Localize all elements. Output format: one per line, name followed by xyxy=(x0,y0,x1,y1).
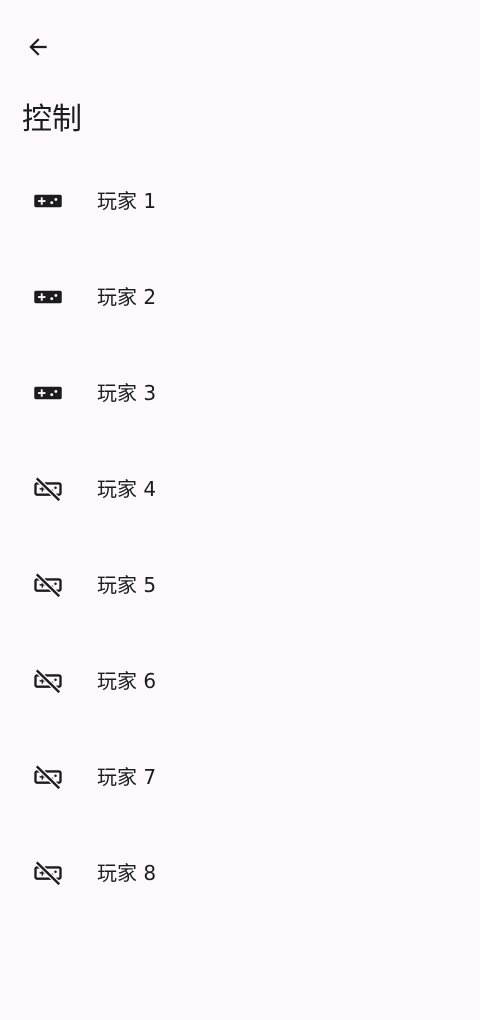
player-item-1[interactable]: 玩家 1 xyxy=(0,153,480,249)
player-label: 玩家 4 xyxy=(97,477,157,501)
player-label: 玩家 1 xyxy=(97,189,157,213)
gamepad-off-icon xyxy=(32,473,64,505)
player-item-6[interactable]: 玩家 6 xyxy=(0,633,480,729)
player-item-8[interactable]: 玩家 8 xyxy=(0,825,480,921)
arrow-back-icon xyxy=(29,38,47,56)
player-label: 玩家 2 xyxy=(97,285,157,309)
gamepad-icon xyxy=(32,281,64,313)
gamepad-off-icon xyxy=(32,569,64,601)
gamepad-icon xyxy=(32,377,64,409)
player-item-2[interactable]: 玩家 2 xyxy=(0,249,480,345)
player-label: 玩家 6 xyxy=(97,669,157,693)
player-label: 玩家 3 xyxy=(97,381,157,405)
player-label: 玩家 7 xyxy=(97,765,157,789)
player-label: 玩家 8 xyxy=(97,861,157,885)
gamepad-icon xyxy=(32,185,64,217)
player-item-4[interactable]: 玩家 4 xyxy=(0,441,480,537)
gamepad-off-icon xyxy=(32,665,64,697)
page-title: 控制 xyxy=(22,102,82,137)
gamepad-off-icon xyxy=(32,857,64,889)
gamepad-off-icon xyxy=(32,761,64,793)
player-item-7[interactable]: 玩家 7 xyxy=(0,729,480,825)
player-label: 玩家 5 xyxy=(97,573,157,597)
back-button[interactable] xyxy=(14,23,62,71)
player-item-5[interactable]: 玩家 5 xyxy=(0,537,480,633)
player-list: 玩家 1 玩家 2 玩家 3 玩家 4 玩家 5 玩家 6 玩家 7 玩家 8 xyxy=(0,153,480,921)
player-item-3[interactable]: 玩家 3 xyxy=(0,345,480,441)
